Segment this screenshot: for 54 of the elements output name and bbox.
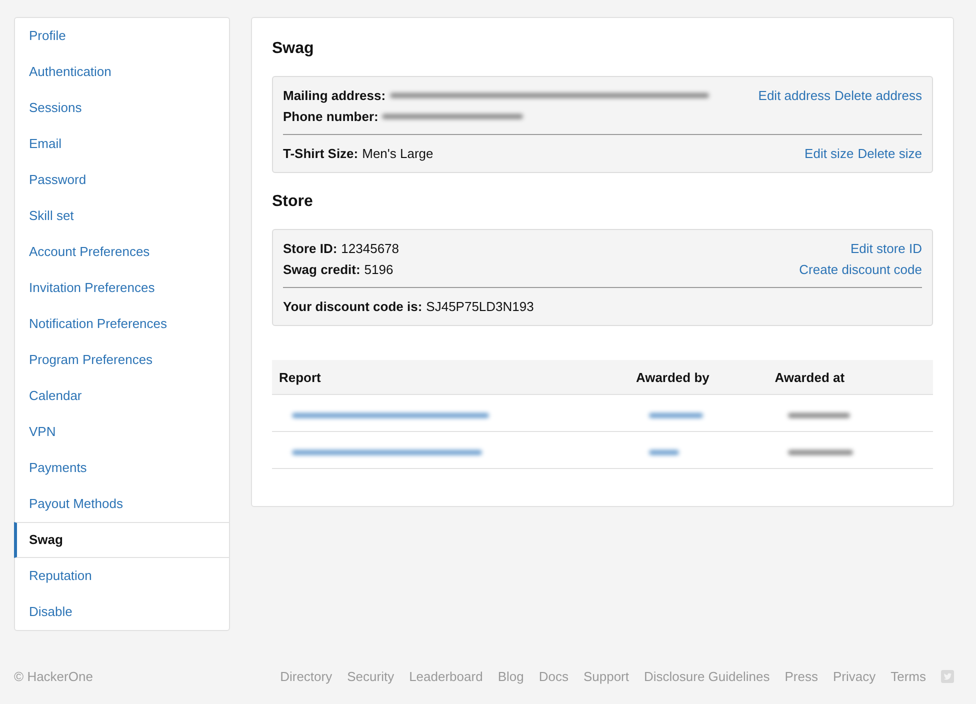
footer-link[interactable]: Terms [890, 669, 926, 684]
field-value: 5196 [364, 262, 394, 277]
action-link[interactable]: Delete address [834, 88, 922, 103]
field-label: Your discount code is: [283, 299, 422, 314]
column-header: Awarded at [774, 370, 845, 384]
sidebar-item[interactable]: Reputation [14, 558, 229, 594]
footer-link[interactable]: Docs [538, 669, 568, 684]
field-value: 12345678 [341, 241, 400, 256]
footer-link[interactable]: Press [784, 669, 818, 684]
column-header: Awarded by [636, 370, 710, 384]
action-link[interactable]: Edit size [804, 146, 854, 161]
sidebar-item[interactable]: Email [14, 126, 229, 162]
sidebar-item[interactable]: Calendar [14, 378, 229, 414]
action-link[interactable]: Edit store ID [850, 241, 922, 256]
field-label: Store ID: [283, 241, 338, 256]
redacted-value [648, 412, 704, 418]
redacted-value [648, 450, 679, 454]
footer-link[interactable]: Blog [498, 669, 524, 684]
footer-link[interactable]: Security [347, 669, 394, 684]
bird-icon[interactable] [941, 670, 954, 683]
field-label: T-Shirt Size: [283, 146, 358, 161]
sidebar-item[interactable]: Password [14, 162, 229, 198]
action-link[interactable]: Edit address [758, 88, 831, 103]
field-label: Phone number: [283, 109, 378, 124]
sidebar-item[interactable]: Disable [14, 594, 229, 630]
column-header: Report [279, 370, 321, 384]
action-link[interactable]: Create discount code [799, 262, 922, 277]
sidebar-item[interactable]: Invitation Preferences [14, 270, 229, 306]
redacted-value [788, 450, 853, 454]
sidebar-item[interactable]: Payments [14, 450, 229, 486]
footer-link[interactable]: Disclosure Guidelines [644, 669, 770, 684]
footer-link[interactable]: Directory [280, 669, 332, 684]
field-value: Men's Large [362, 146, 434, 161]
sidebar-item[interactable]: Swag [14, 522, 229, 558]
sidebar-item[interactable]: Payout Methods [14, 486, 229, 522]
field-label: Swag credit: [283, 262, 360, 277]
sidebar-item[interactable]: Program Preferences [14, 342, 229, 378]
section-title: Store [272, 193, 314, 211]
sidebar-item[interactable]: Notification Preferences [14, 306, 229, 342]
sidebar-item[interactable]: VPN [14, 414, 229, 450]
field-value: SJ45P75LD3N193 [426, 299, 534, 314]
sidebar-item[interactable]: Skill set [14, 198, 229, 234]
sidebar-item[interactable]: Sessions [14, 90, 229, 126]
footer-link[interactable]: Privacy [832, 669, 876, 684]
section-title: Swag [272, 40, 315, 58]
sidebar-item[interactable]: Authentication [14, 54, 229, 90]
sidebar-item[interactable]: Profile [14, 18, 229, 54]
footer-link[interactable]: Support [583, 669, 630, 684]
field-label: Mailing address: [283, 88, 386, 103]
copyright-text: © HackerOne [14, 669, 93, 684]
sidebar-item[interactable]: Account Preferences [14, 234, 229, 270]
redacted-value [788, 412, 850, 418]
footer-link[interactable]: Leaderboard [409, 669, 483, 684]
action-link[interactable]: Delete size [858, 146, 922, 161]
